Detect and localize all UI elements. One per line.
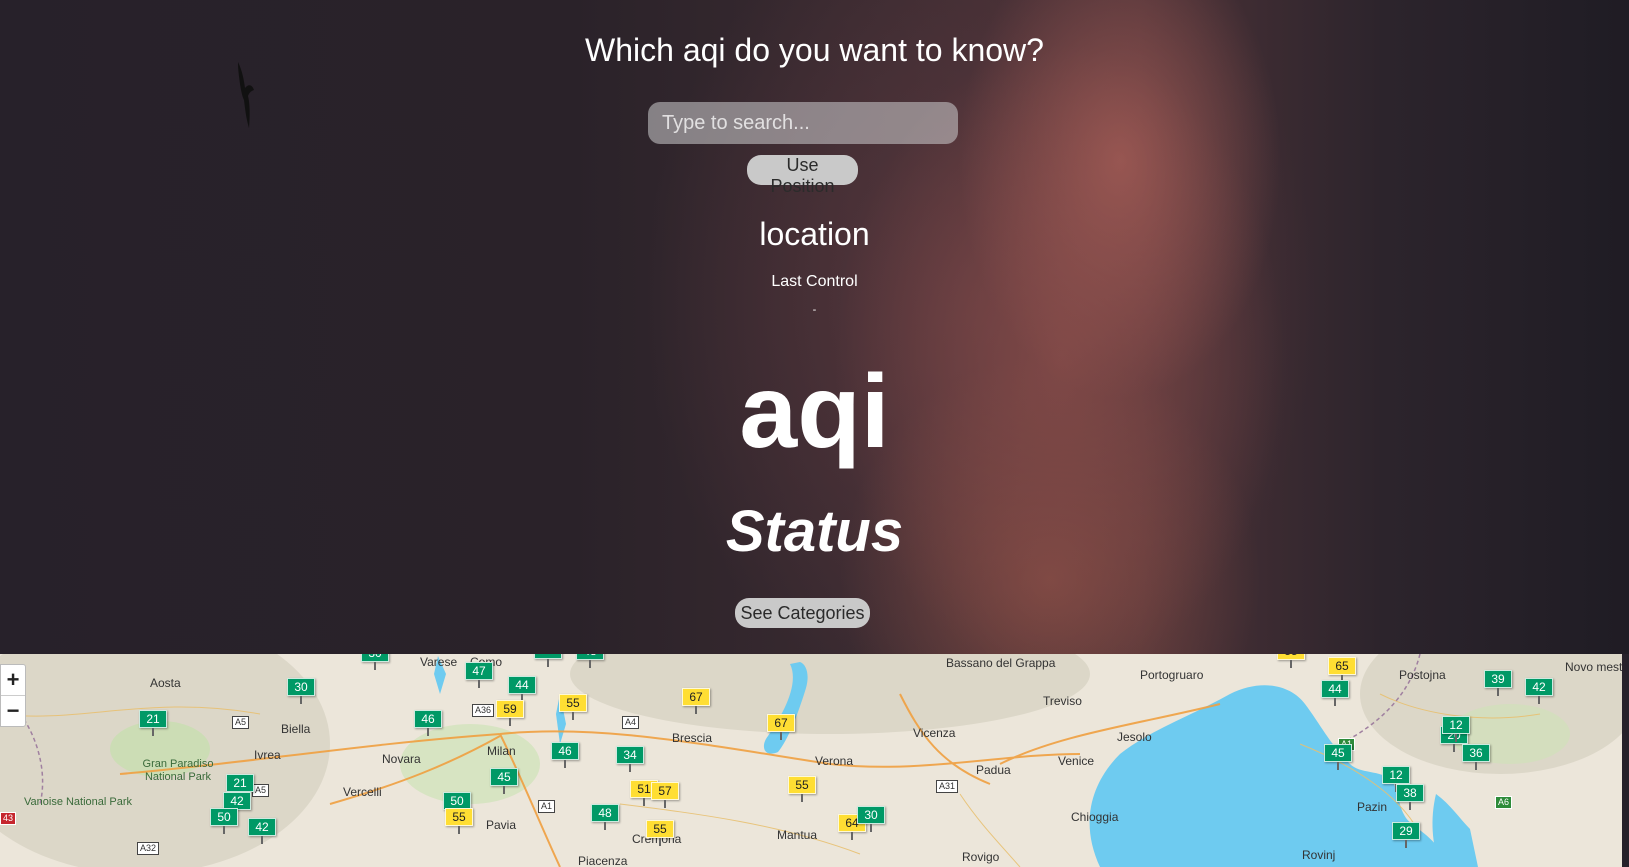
last-control-value: - <box>812 304 817 316</box>
city-label: Pazin <box>1357 800 1388 814</box>
aqi-status: Status <box>725 499 904 564</box>
city-label: Padua <box>976 763 1011 777</box>
aqi-marker[interactable]: 65 <box>1328 657 1356 683</box>
city-label: Rovinj <box>1302 848 1336 862</box>
aqi-marker[interactable]: 42 <box>248 818 276 844</box>
aqi-marker[interactable]: 34 <box>616 746 644 772</box>
zoom-control[interactable]: + − <box>0 664 26 727</box>
city-label: Piacenza <box>578 854 628 867</box>
aqi-marker[interactable]: 55 <box>788 776 816 802</box>
road-shield: A6 <box>1495 796 1513 809</box>
aqi-marker[interactable]: 45 <box>490 768 518 794</box>
hero-section: Which aqi do you want to know? Use Posit… <box>0 0 1629 654</box>
aqi-marker[interactable]: 50 <box>210 808 238 834</box>
city-label: Aosta <box>150 676 181 690</box>
city-label: Biella <box>281 722 311 736</box>
city-label: Verona <box>815 754 854 768</box>
city-label: Venice <box>1058 754 1095 768</box>
aqi-marker[interactable]: 48 <box>576 654 604 668</box>
city-label: Milan <box>487 744 516 758</box>
aqi-marker[interactable]: 67 <box>682 688 710 714</box>
city-label: Pavia <box>486 818 517 832</box>
city-label: Vercelli <box>343 785 382 799</box>
aqi-marker[interactable]: 67 <box>767 714 795 740</box>
aqi-marker[interactable]: 30 <box>287 678 315 704</box>
aqi-marker[interactable]: 12 <box>1382 766 1410 792</box>
aqi-marker[interactable]: 57 <box>651 782 679 808</box>
aqi-marker[interactable]: 55 <box>1277 654 1305 668</box>
road-shield: A36 <box>472 704 495 717</box>
road-shield: A5 <box>252 784 270 797</box>
aqi-marker[interactable]: 55 <box>559 694 587 720</box>
last-control-label: Last Control <box>771 273 858 290</box>
aqi-marker[interactable]: 48 <box>591 804 619 830</box>
aqi-marker[interactable]: 46 <box>551 742 579 768</box>
aqi-marker[interactable]: 55 <box>646 820 674 846</box>
city-label: Varese <box>420 655 458 669</box>
city-label: Chioggia <box>1071 810 1119 824</box>
search-input[interactable] <box>648 102 958 144</box>
city-label: Portogruaro <box>1140 668 1204 682</box>
aqi-marker[interactable]: 59 <box>496 700 524 726</box>
aqi-marker[interactable]: 36 <box>1462 744 1490 770</box>
city-label: Rovigo <box>962 850 1000 864</box>
road-shield: A32 <box>137 842 160 855</box>
aqi-marker[interactable]: 44 <box>508 676 536 702</box>
city-label: Mantua <box>777 828 818 842</box>
aqi-value: aqi <box>739 354 890 470</box>
aqi-map[interactable]: + − Aosta Biella Ivrea Novara Vercelli V… <box>0 654 1622 867</box>
road-shield: A5 <box>232 716 250 729</box>
aqi-marker[interactable]: 30 <box>857 806 885 832</box>
aqi-marker[interactable]: 38 <box>1396 784 1424 810</box>
park-label: Gran Paradiso National Park <box>142 758 214 783</box>
see-categories-button[interactable]: See Categories <box>735 598 870 628</box>
city-label: Postojna <box>1399 668 1446 682</box>
aqi-marker[interactable]: 46 <box>534 654 562 667</box>
aqi-marker[interactable]: 29 <box>1392 822 1420 848</box>
aqi-marker[interactable]: 47 <box>465 662 493 688</box>
aqi-marker[interactable]: 30 <box>361 654 389 670</box>
city-label: Ivrea <box>254 748 281 762</box>
road-shield: A31 <box>936 780 959 793</box>
city-label: Novo mesto <box>1565 660 1622 674</box>
aqi-marker[interactable]: 39 <box>1484 670 1512 696</box>
road-shield: 43 <box>0 812 17 825</box>
use-position-button[interactable]: Use Position <box>747 155 858 196</box>
location-title: location <box>759 216 870 252</box>
aqi-marker[interactable]: 21 <box>139 710 167 736</box>
aqi-marker[interactable]: 55 <box>445 808 473 834</box>
page-question: Which aqi do you want to know? <box>585 32 1044 68</box>
city-label: Vicenza <box>913 726 956 740</box>
city-label: Brescia <box>672 731 713 745</box>
city-label: Novara <box>382 752 421 766</box>
city-label: Jesolo <box>1117 730 1152 744</box>
city-label: Bassano del Grappa <box>946 656 1056 670</box>
road-shield: A4 <box>622 716 640 729</box>
aqi-marker[interactable]: 45 <box>1324 744 1352 770</box>
aqi-marker[interactable]: 46 <box>414 710 442 736</box>
park-label: Vanoise National Park <box>24 796 133 808</box>
city-label: Treviso <box>1043 694 1082 708</box>
aqi-marker[interactable]: 44 <box>1321 680 1349 706</box>
aqi-marker[interactable]: 42 <box>1525 678 1553 704</box>
aqi-marker[interactable]: 12 <box>1442 716 1470 742</box>
zoom-in-button[interactable]: + <box>1 665 25 695</box>
zoom-out-button[interactable]: − <box>1 695 25 726</box>
aqi-marker[interactable]: 21 <box>226 774 254 800</box>
road-shield: A1 <box>538 800 556 813</box>
bird-image <box>238 62 254 128</box>
